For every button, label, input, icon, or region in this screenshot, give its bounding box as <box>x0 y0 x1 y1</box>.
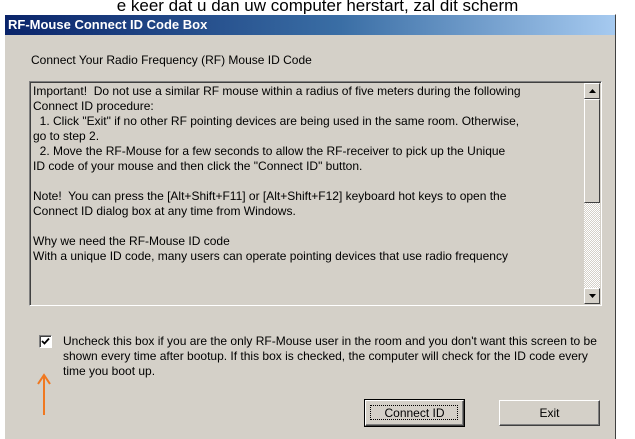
background-caption: e keer dat u dan uw computer herstart, z… <box>116 0 519 14</box>
info-line: With a unique ID code, many users can op… <box>33 249 508 263</box>
info-line: Note! You can press the [Alt+Shift+F11] … <box>33 189 507 203</box>
exit-button[interactable]: Exit <box>499 400 600 426</box>
exit-label: Exit <box>539 406 560 420</box>
triangle-up-icon <box>588 89 596 93</box>
info-line: Important! Do not use a similar RF mouse… <box>33 84 521 98</box>
info-line: Connect ID procedure: <box>33 99 154 113</box>
info-line <box>33 174 581 189</box>
show-at-boot-checkbox[interactable] <box>39 335 52 348</box>
vertical-scrollbar[interactable] <box>584 83 600 304</box>
scroll-thumb[interactable] <box>584 99 600 203</box>
info-text: Important! Do not use a similar RF mouse… <box>33 84 581 264</box>
info-line: 1. Click "Exit" if no other RF pointing … <box>33 114 520 128</box>
scroll-down-button[interactable] <box>584 288 600 304</box>
window-title: RF-Mouse Connect ID Code Box <box>8 17 208 32</box>
connect-id-label: Connect ID <box>384 406 445 420</box>
arrow-up-icon <box>37 373 51 415</box>
info-line: Why we need the RF-Mouse ID code <box>33 234 230 248</box>
info-line: go to step 2. <box>33 129 100 143</box>
info-line <box>33 219 581 234</box>
dialog-heading: Connect Your Radio Frequency (RF) Mouse … <box>31 53 312 67</box>
dialog-window: RF-Mouse Connect ID Code Box Connect You… <box>4 14 616 439</box>
info-text-box[interactable]: Important! Do not use a similar RF mouse… <box>29 81 602 306</box>
info-line: Connect ID dialog box at any time from W… <box>33 204 296 218</box>
info-line: 2. Move the RF-Mouse for a few seconds t… <box>33 144 506 158</box>
connect-id-button[interactable]: Connect ID <box>364 399 465 427</box>
title-bar[interactable]: RF-Mouse Connect ID Code Box <box>5 15 615 35</box>
checkmark-icon <box>41 337 50 345</box>
scroll-up-button[interactable] <box>584 83 600 99</box>
checkbox-label[interactable]: Uncheck this box if you are the only RF-… <box>63 334 603 379</box>
triangle-down-icon <box>588 294 596 298</box>
info-line: ID code of your mouse and then click the… <box>33 159 363 173</box>
